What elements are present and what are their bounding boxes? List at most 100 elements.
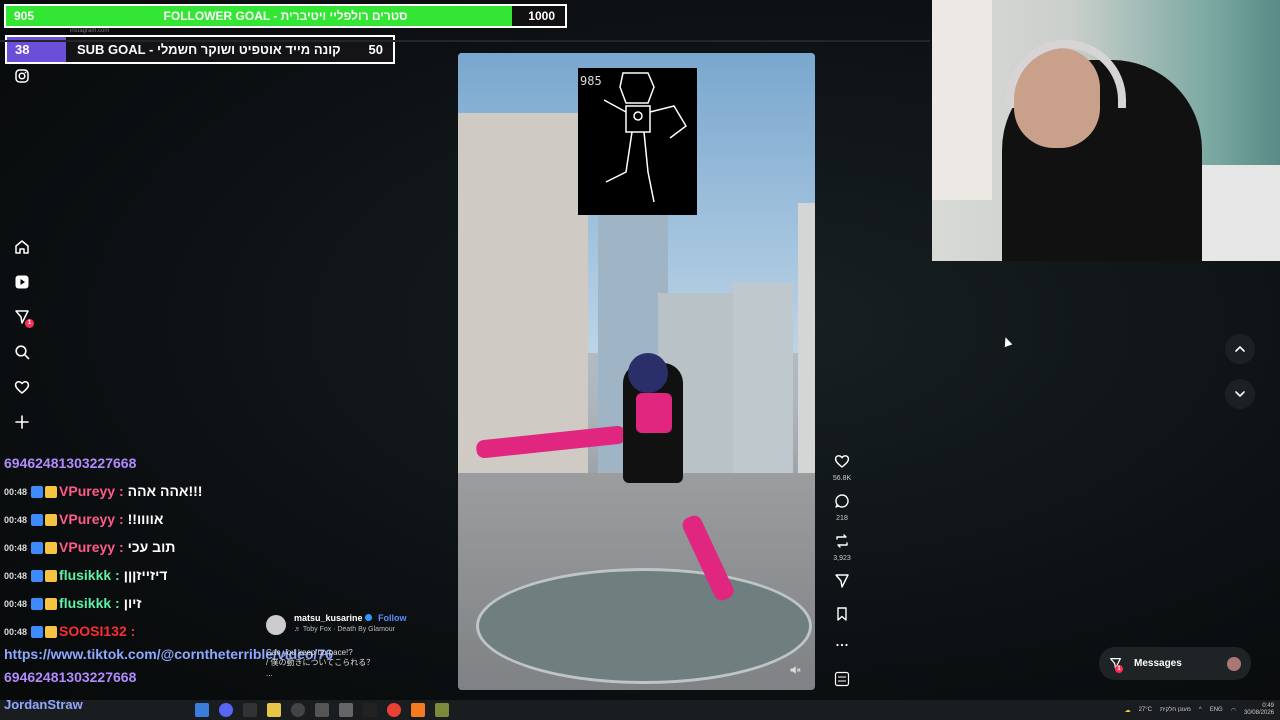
post-caption-more[interactable]: ... bbox=[266, 669, 273, 678]
home-icon[interactable] bbox=[13, 238, 31, 256]
post-username[interactable]: matsu_kusarine bbox=[294, 613, 363, 623]
chrome-icon[interactable] bbox=[387, 703, 401, 717]
instagram-reels-page: 905 FOLLOWER GOAL - סטרים רולפליי ויטיבר… bbox=[0, 0, 1280, 720]
next-reel-button[interactable] bbox=[1225, 379, 1255, 409]
repost-icon bbox=[836, 534, 848, 548]
chat-username: flusikkk : bbox=[59, 595, 120, 611]
webcam-bed bbox=[1200, 165, 1280, 261]
messages-button[interactable]: 1 Messages bbox=[1099, 647, 1251, 680]
system-tray: ☁ 27°C מעונן חלקית ^ ENG ◠ 0:49 30/08/20… bbox=[1125, 700, 1274, 720]
language-indicator[interactable]: ENG bbox=[1210, 707, 1223, 713]
chat-message: 69462481303227668 bbox=[4, 455, 136, 471]
like-heart-icon bbox=[834, 455, 850, 468]
browser-url[interactable]: instagram.com bbox=[0, 28, 1000, 37]
follower-goal-bar: 905 FOLLOWER GOAL - סטרים רולפליי ויטיבר… bbox=[4, 4, 567, 28]
webcam-cabinet bbox=[932, 0, 992, 200]
direct-icon[interactable]: 1 bbox=[13, 308, 34, 328]
weather-temp[interactable]: 27°C bbox=[1139, 707, 1152, 713]
tray-chevron-icon[interactable]: ^ bbox=[1199, 707, 1202, 713]
mute-button[interactable] bbox=[787, 662, 803, 678]
chat-message: 00:48 flusikkk : זיון bbox=[4, 595, 142, 611]
plus-icon[interactable] bbox=[13, 413, 31, 431]
share-send-icon bbox=[835, 574, 849, 588]
comment-icon bbox=[835, 494, 849, 508]
sprite-figure bbox=[603, 72, 687, 203]
chat-message: 00:48 flusikkk : דיזייזןןן bbox=[4, 567, 167, 583]
discord-icon[interactable] bbox=[219, 703, 233, 717]
clock-date: 30/08/2026 bbox=[1243, 710, 1274, 716]
video-building-left bbox=[458, 113, 588, 483]
chat-badge-icon bbox=[45, 570, 58, 583]
repost-count: 3,923 bbox=[833, 555, 851, 562]
taskbar-app2-icon[interactable] bbox=[339, 703, 353, 717]
messages-avatar bbox=[1227, 656, 1241, 671]
chevron-up-icon bbox=[1235, 346, 1245, 352]
chat-text: 69462481303227668 bbox=[4, 669, 137, 685]
sprite-overlay: 985 bbox=[578, 68, 697, 215]
file-explorer-icon[interactable] bbox=[267, 703, 281, 717]
audio-button[interactable] bbox=[830, 671, 854, 692]
audio-thumbnail-icon bbox=[834, 671, 850, 687]
chat-timestamp: 00:48 bbox=[4, 599, 28, 610]
chat-message: 69462481303227668 bbox=[4, 669, 136, 685]
chat-badge-icon bbox=[45, 514, 58, 527]
taskbar-app-icon[interactable] bbox=[195, 703, 209, 717]
chat-timestamp: 00:48 bbox=[4, 487, 28, 498]
speaker-muted-icon bbox=[790, 666, 801, 674]
sub-goal-max: 50 bbox=[368, 42, 383, 57]
taskbar-app4-icon[interactable] bbox=[411, 703, 425, 717]
previous-reel-button[interactable] bbox=[1225, 334, 1255, 364]
chat-message: 00:48 VPureyy : !!אוווו bbox=[4, 511, 163, 527]
weather-text: מעונן חלקית bbox=[1160, 707, 1191, 713]
like-button[interactable]: 56.8K bbox=[830, 453, 854, 482]
messages-badge: 1 bbox=[1115, 665, 1123, 673]
chat-badge-icon bbox=[31, 626, 44, 639]
wifi-icon[interactable]: ◠ bbox=[1231, 707, 1236, 714]
heart-icon[interactable] bbox=[13, 378, 31, 396]
clock-time: 0:49 bbox=[1262, 703, 1274, 709]
messages-label: Messages bbox=[1134, 658, 1182, 669]
taskbar-app5-icon[interactable] bbox=[435, 703, 449, 717]
reels-icon[interactable] bbox=[13, 273, 31, 291]
more-dots-icon bbox=[836, 643, 848, 647]
windows-taskbar: ☁ 27°C מעונן חלקית ^ ENG ◠ 0:49 30/08/20… bbox=[0, 700, 1280, 720]
chat-text: אהה אהה!!! bbox=[127, 483, 203, 499]
chat-text: !!אוווו bbox=[127, 511, 164, 527]
taskbar-app3-icon[interactable] bbox=[363, 703, 377, 717]
chat-timestamp: 00:48 bbox=[4, 571, 28, 582]
follow-button[interactable]: Follow bbox=[378, 613, 407, 623]
reel-video[interactable]: 985 bbox=[458, 53, 815, 690]
chat-timestamp: 00:48 bbox=[4, 627, 28, 638]
search-icon[interactable] bbox=[13, 343, 31, 361]
like-count: 56.8K bbox=[832, 475, 852, 482]
chat-badge-icon bbox=[31, 514, 44, 527]
post-avatar[interactable] bbox=[266, 615, 286, 635]
chat-text: דיזייזןןן bbox=[123, 567, 168, 583]
post-caption-line1: Can you keep up pace!? bbox=[266, 648, 353, 657]
chat-text: 69462481303227668 bbox=[4, 455, 137, 471]
sub-goal-current: 38 bbox=[15, 42, 30, 57]
repost-button[interactable]: 3,923 bbox=[830, 533, 854, 562]
chat-badge-icon bbox=[31, 570, 44, 583]
chat-badge-icon bbox=[45, 626, 58, 639]
chat-timestamp: 00:48 bbox=[4, 543, 28, 554]
obs-icon[interactable] bbox=[291, 703, 305, 717]
chat-message: 00:48 SOOSI132 : bbox=[4, 623, 139, 639]
instagram-icon[interactable] bbox=[13, 67, 31, 85]
tiktok-icon[interactable] bbox=[243, 703, 257, 717]
more-options-button[interactable] bbox=[830, 637, 854, 658]
post-song[interactable]: ♬ Toby Fox · Death By Glamour bbox=[294, 626, 395, 633]
chat-username: SOOSI132 : bbox=[59, 623, 136, 639]
chat-timestamp: 00:48 bbox=[4, 515, 28, 526]
post-username-row: matsu_kusarine Follow bbox=[294, 613, 407, 623]
comment-button[interactable]: 218 bbox=[830, 493, 854, 522]
weather-icon[interactable]: ☁ bbox=[1125, 707, 1131, 714]
taskbar-clock[interactable]: 0:49 30/08/2026 bbox=[1244, 703, 1274, 717]
save-button[interactable] bbox=[830, 606, 854, 627]
settings-icon[interactable] bbox=[315, 703, 329, 717]
webcam-headset bbox=[1006, 40, 1126, 108]
video-building-edge bbox=[798, 203, 815, 493]
chat-bottom-user: JordanStraw bbox=[4, 697, 83, 712]
sub-goal-title: SUB GOAL - קונה מייד אוטפיט ושוקר חשמלי bbox=[77, 42, 341, 57]
share-button[interactable] bbox=[830, 573, 854, 594]
